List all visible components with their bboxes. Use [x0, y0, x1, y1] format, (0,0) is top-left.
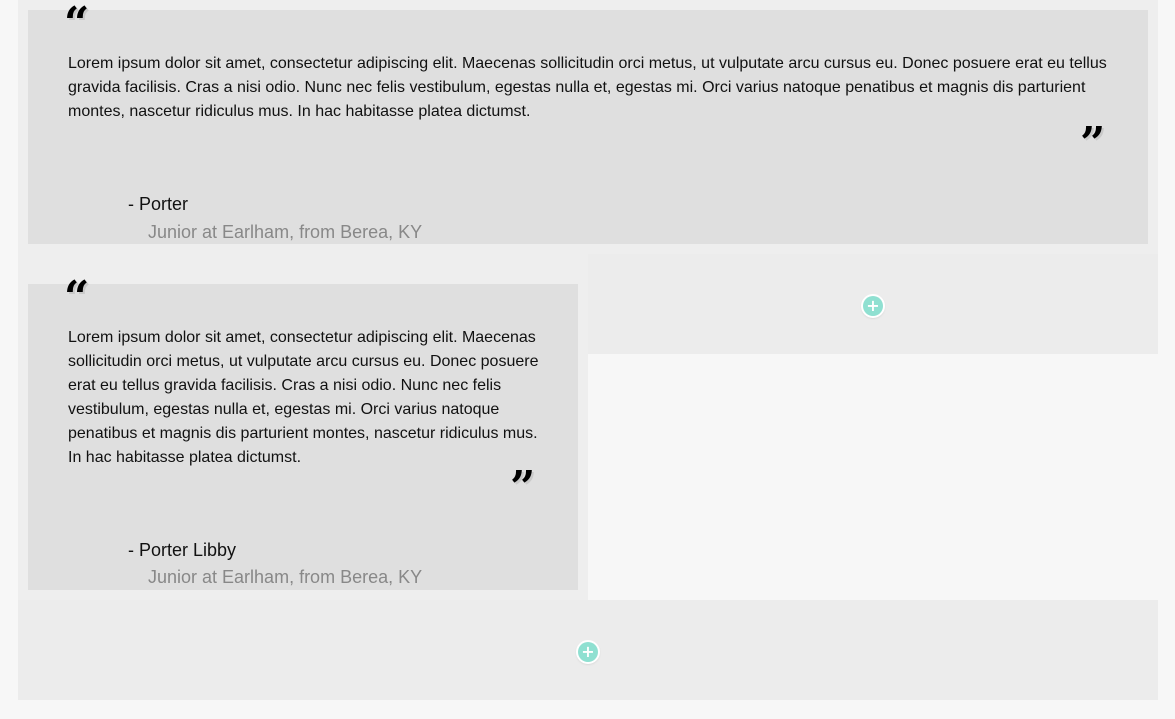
blank-panel: [588, 354, 1158, 600]
testimonial-text: Lorem ipsum dolor sit amet, consectetur …: [68, 55, 1107, 120]
add-content-button[interactable]: +: [863, 296, 883, 316]
testimonial-author: - Porter: [128, 194, 189, 214]
testimonial-card: “ Lorem ipsum dolor sit amet, consectetu…: [28, 2, 1148, 244]
add-row-button[interactable]: +: [578, 642, 598, 662]
testimonial-subtitle: Junior at Earlham, from Berea, KY: [148, 567, 423, 587]
testimonial-subtitle: Junior at Earlham, from Berea, KY: [148, 222, 423, 242]
testimonial-author: - Porter Libby: [128, 540, 237, 560]
open-quote-icon: “: [64, 0, 90, 49]
close-quote-icon: ”: [510, 462, 536, 513]
testimonial-text: Lorem ipsum dolor sit amet, consectetur …: [68, 329, 539, 466]
testimonial-card: “ Lorem ipsum dolor sit amet, consectetu…: [28, 276, 578, 590]
plus-icon: +: [581, 642, 595, 661]
close-quote-icon: ”: [1080, 118, 1106, 169]
open-quote-icon: “: [64, 272, 90, 323]
plus-icon: +: [866, 296, 880, 315]
